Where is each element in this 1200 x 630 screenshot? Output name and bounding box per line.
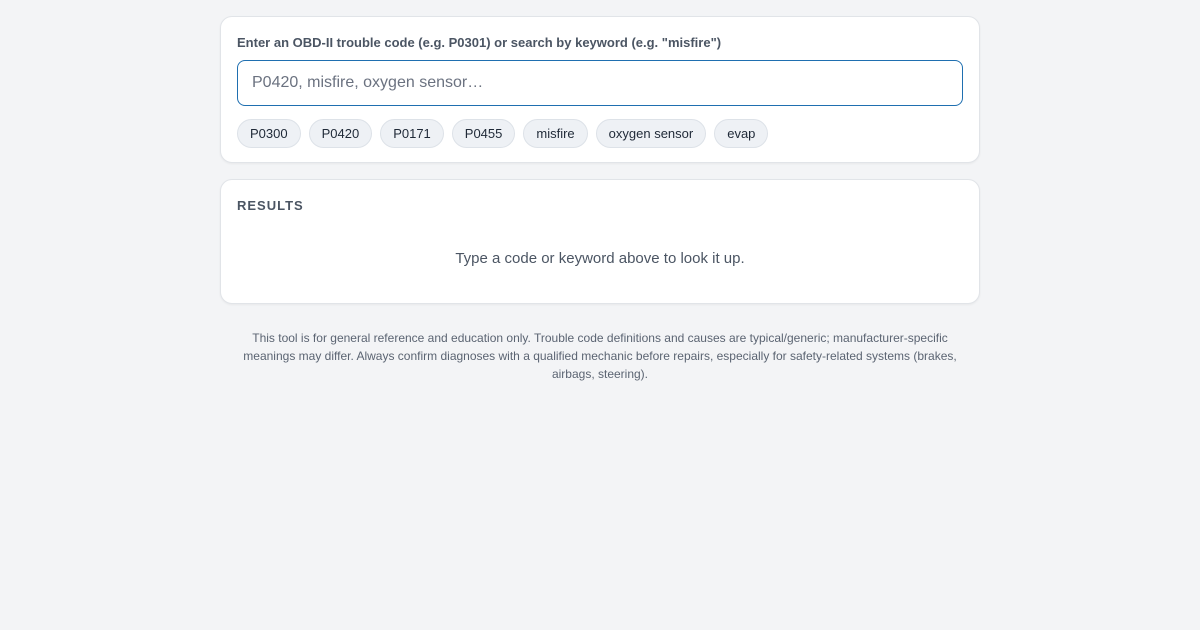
results-card: RESULTS Type a code or keyword above to … (220, 179, 980, 304)
search-input[interactable] (237, 60, 963, 106)
chip-p0300[interactable]: P0300 (237, 119, 301, 148)
results-heading: RESULTS (237, 198, 304, 213)
chip-oxygen-sensor[interactable]: oxygen sensor (595, 119, 707, 148)
quick-search-chips: P0300 P0420 P0171 P0455 misfire oxygen s… (237, 119, 963, 148)
chip-evap[interactable]: evap (714, 119, 769, 148)
disclaimer: This tool is for general reference and e… (243, 331, 957, 381)
results-empty-message: Type a code or keyword above to look it … (455, 250, 745, 267)
chip-misfire[interactable]: misfire (523, 119, 588, 148)
chip-p0455[interactable]: P0455 (451, 119, 516, 148)
search-label: Enter an OBD-II trouble code (e.g. P0301… (237, 35, 722, 50)
chip-p0420[interactable]: P0420 (308, 119, 373, 148)
page-container: Enter an OBD-II trouble code (e.g. P0301… (220, 16, 980, 383)
chip-p0171[interactable]: P0171 (380, 119, 444, 148)
search-card: Enter an OBD-II trouble code (e.g. P0301… (220, 16, 980, 163)
